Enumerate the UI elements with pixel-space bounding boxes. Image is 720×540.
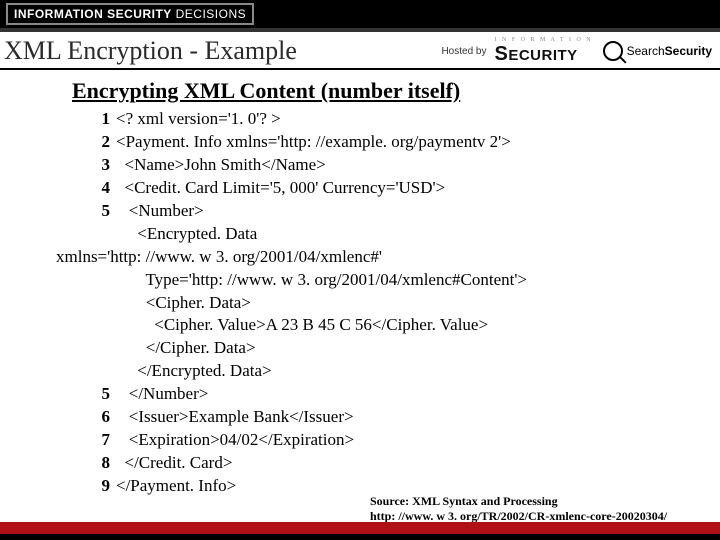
line-number <box>90 223 110 246</box>
code-text: <Cipher. Data> <box>116 292 251 315</box>
line-number <box>30 246 50 269</box>
line-number <box>90 292 110 315</box>
code-text: Type='http: //www. w 3. org/2001/04/xmle… <box>116 269 527 292</box>
code-text: <Encrypted. Data <box>116 223 257 246</box>
black-bar <box>0 534 720 540</box>
code-line: 5 </Number> <box>90 383 720 406</box>
security-word: SECURITY <box>494 43 592 66</box>
line-number: 5 <box>90 383 110 406</box>
line-number <box>90 269 110 292</box>
code-text: <Name>John Smith</Name> <box>116 154 326 177</box>
code-text: </Credit. Card> <box>116 452 232 475</box>
line-number: 4 <box>90 177 110 200</box>
code-line: 8 </Credit. Card> <box>90 452 720 475</box>
hosted-by-label: Hosted by <box>441 46 486 57</box>
code-line: <Cipher. Data> <box>90 292 720 315</box>
line-number: 2 <box>90 131 110 154</box>
code-text: <Number> <box>116 200 204 223</box>
code-block: 1 <? xml version='1. 0'? > 2 <Payment. Info… <box>90 108 720 498</box>
code-text: </Encrypted. Data> <box>116 360 272 383</box>
footer-bars <box>0 522 720 540</box>
page-title: XML Encryption - Example <box>4 36 297 66</box>
code-text: <? xml version='1. 0'? > <box>116 108 281 131</box>
code-line: xmlns='http: //www. w 3. org/2001/04/xml… <box>90 246 720 269</box>
code-line: Type='http: //www. w 3. org/2001/04/xmle… <box>90 269 720 292</box>
code-line: <Cipher. Value>A 23 B 45 C 56</Cipher. V… <box>90 314 720 337</box>
red-bar <box>0 522 720 534</box>
line-number: 5 <box>90 200 110 223</box>
code-line: 2 <Payment. Info xmlns='http: //example. … <box>90 131 720 154</box>
brand-badge: INFORMATION SECURITY DECISIONS <box>6 3 254 25</box>
searchsecurity-text: SearchSecurity <box>627 44 712 58</box>
code-text: </Cipher. Data> <box>116 337 256 360</box>
line-number: 1 <box>90 108 110 131</box>
info-label: I N F O R M A T I O N <box>494 37 592 43</box>
line-number <box>90 360 110 383</box>
brand-strong: INFORMATION SECURITY <box>14 7 172 21</box>
source-line-1: Source: XML Syntax and Processing <box>370 494 667 509</box>
line-number: 9 <box>90 475 110 498</box>
code-text: <Payment. Info xmlns='http: //example. o… <box>116 131 511 154</box>
source-citation: Source: XML Syntax and Processing http: … <box>370 494 667 524</box>
code-line: 7 <Expiration>04/02</Expiration> <box>90 429 720 452</box>
code-line: </Cipher. Data> <box>90 337 720 360</box>
code-line: 3 <Name>John Smith</Name> <box>90 154 720 177</box>
line-number <box>90 314 110 337</box>
code-text: <Cipher. Value>A 23 B 45 C 56</Cipher. V… <box>116 314 488 337</box>
code-line: 5 <Number> <box>90 200 720 223</box>
code-line: 1 <? xml version='1. 0'? > <box>90 108 720 131</box>
code-line: 4 <Credit. Card Limit='5, 000' Currency=… <box>90 177 720 200</box>
code-text: </Number> <box>116 383 208 406</box>
code-line: 6 <Issuer>Example Bank</Issuer> <box>90 406 720 429</box>
line-number: 6 <box>90 406 110 429</box>
line-number: 3 <box>90 154 110 177</box>
code-text: </Payment. Info> <box>116 475 236 498</box>
sponsor-block: I N F O R M A T I O N SECURITY SearchSec… <box>494 37 712 66</box>
info-security-logo: I N F O R M A T I O N SECURITY <box>494 37 592 66</box>
divider <box>0 68 720 70</box>
magnifier-icon <box>603 41 623 61</box>
code-text: <Credit. Card Limit='5, 000' Currency='U… <box>116 177 445 200</box>
top-bar: INFORMATION SECURITY DECISIONS <box>0 0 720 28</box>
title-row: XML Encryption - Example Hosted by I N F… <box>0 32 720 68</box>
line-number: 7 <box>90 429 110 452</box>
code-text: <Issuer>Example Bank</Issuer> <box>116 406 354 429</box>
code-line: <Encrypted. Data <box>90 223 720 246</box>
line-number: 8 <box>90 452 110 475</box>
code-text: xmlns='http: //www. w 3. org/2001/04/xml… <box>56 246 382 269</box>
searchsecurity-logo: SearchSecurity <box>603 41 712 61</box>
slide-subtitle: Encrypting XML Content (number itself) <box>72 78 720 104</box>
code-text: <Expiration>04/02</Expiration> <box>116 429 354 452</box>
code-line: </Encrypted. Data> <box>90 360 720 383</box>
brand-light: DECISIONS <box>172 7 246 21</box>
line-number <box>90 337 110 360</box>
